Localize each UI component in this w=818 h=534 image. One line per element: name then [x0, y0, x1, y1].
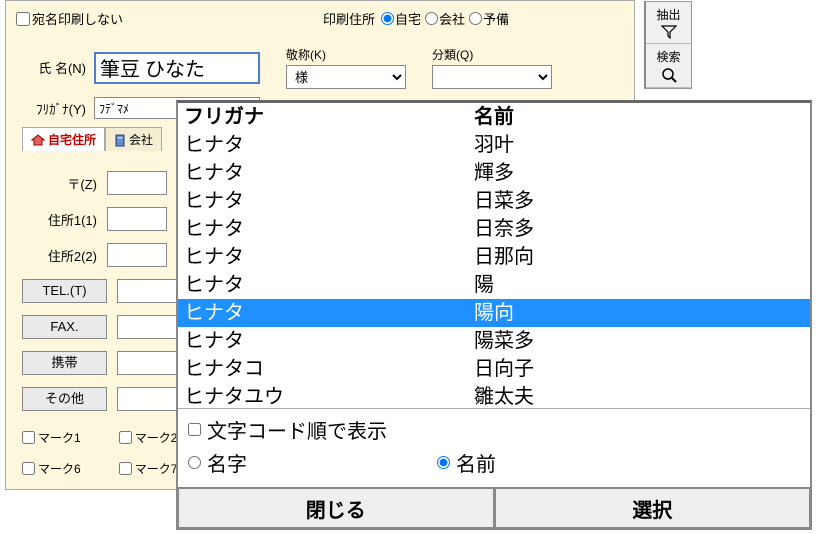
list-row[interactable]: ヒナタ羽叶	[178, 131, 810, 159]
row-name: 日那向	[474, 243, 804, 271]
mark6-checkbox[interactable]: マーク6	[22, 460, 81, 477]
addr2-label: 住所2(2)	[22, 246, 107, 265]
row-name: 日菜多	[474, 187, 804, 215]
row-name: 羽叶	[474, 131, 804, 159]
other-button[interactable]: その他	[22, 387, 107, 411]
mark7-checkbox[interactable]: マーク7	[119, 460, 178, 477]
no-print-checkbox-input[interactable]	[16, 12, 30, 26]
row-name: 陽菜多	[474, 327, 804, 355]
mobile-button[interactable]: 携帯	[22, 351, 107, 375]
header-name: 名前	[474, 103, 804, 131]
row-name: 日奈多	[474, 215, 804, 243]
search-button[interactable]: 検索	[646, 44, 691, 88]
addr2-input[interactable]	[107, 243, 167, 267]
header-furigana: フリガナ	[184, 103, 474, 131]
row-furigana: ヒナタ	[184, 271, 474, 299]
row-name: 雛太夫	[474, 383, 804, 408]
tel-input[interactable]	[117, 279, 177, 303]
row-furigana: ヒナタ	[184, 159, 474, 187]
addr1-input[interactable]	[107, 207, 167, 231]
list-row[interactable]: ヒナタ日菜多	[178, 187, 810, 215]
row-name: 陽向	[474, 299, 804, 327]
keishou-combo[interactable]: 様	[286, 65, 406, 89]
fax-input[interactable]	[117, 315, 177, 339]
building-icon	[114, 133, 126, 147]
row-furigana: ヒナタ	[184, 243, 474, 271]
tel-button[interactable]: TEL.(T)	[22, 279, 107, 303]
other-input[interactable]	[117, 387, 177, 411]
name-input[interactable]	[94, 52, 260, 84]
mobile-input[interactable]	[117, 351, 177, 375]
list-row[interactable]: ヒナタコ日向子	[178, 355, 810, 383]
row-furigana: ヒナタコ	[184, 355, 474, 383]
list-row[interactable]: ヒナタ陽菜多	[178, 327, 810, 355]
mark2-checkbox[interactable]: マーク2	[119, 429, 178, 446]
filter-icon	[661, 25, 677, 39]
radio-spare[interactable]: 予備	[469, 9, 509, 28]
radio-surname[interactable]: 名字	[188, 448, 247, 477]
bunrui-combo[interactable]	[432, 65, 552, 89]
no-print-checkbox[interactable]: 宛名印刷しない	[16, 9, 123, 28]
row-furigana: ヒナタ	[184, 299, 474, 327]
name-list[interactable]: フリガナ 名前 ヒナタ羽叶ヒナタ輝多ヒナタ日菜多ヒナタ日奈多ヒナタ日那向ヒナタ陽…	[178, 103, 810, 408]
bunrui-label: 分類(Q)	[432, 46, 552, 63]
list-row[interactable]: ヒナタ陽	[178, 271, 810, 299]
name-selection-popup: フリガナ 名前 ヒナタ羽叶ヒナタ輝多ヒナタ日菜多ヒナタ日奈多ヒナタ日那向ヒナタ陽…	[176, 100, 812, 530]
tab-home-address[interactable]: 自宅住所	[22, 127, 105, 151]
radio-givenname[interactable]: 名前	[437, 448, 496, 477]
select-button[interactable]: 選択	[495, 488, 811, 528]
row-name: 陽	[474, 271, 804, 299]
name-label: 氏 名(N)	[16, 58, 94, 77]
postal-label: 〒(Z)	[22, 174, 107, 193]
search-icon	[661, 67, 677, 83]
row-name: 日向子	[474, 355, 804, 383]
keishou-label: 敬称(K)	[286, 46, 406, 63]
mark1-checkbox[interactable]: マーク1	[22, 429, 81, 446]
addr1-label: 住所1(1)	[22, 210, 107, 229]
fax-button[interactable]: FAX.	[22, 315, 107, 339]
list-row[interactable]: ヒナタ輝多	[178, 159, 810, 187]
popup-options: 文字コード順で表示 名字 名前	[178, 408, 810, 487]
list-row[interactable]: ヒナタユウ雛太夫	[178, 383, 810, 408]
extract-button[interactable]: 抽出	[646, 2, 691, 44]
row-name: 輝多	[474, 159, 804, 187]
furigana-label: ﾌﾘｶﾞﾅ(Y)	[16, 99, 94, 118]
row-furigana: ヒナタ	[184, 327, 474, 355]
row-furigana: ヒナタ	[184, 187, 474, 215]
close-button[interactable]: 閉じる	[178, 488, 495, 528]
row-furigana: ヒナタユウ	[184, 383, 474, 408]
sort-by-code-checkbox[interactable]: 文字コード順で表示	[188, 415, 800, 444]
postal-input[interactable]	[107, 171, 167, 195]
list-header: フリガナ 名前	[178, 103, 810, 131]
no-print-label: 宛名印刷しない	[32, 9, 123, 28]
row-furigana: ヒナタ	[184, 215, 474, 243]
side-toolbar: 抽出 検索	[644, 1, 692, 89]
list-row[interactable]: ヒナタ日那向	[178, 243, 810, 271]
list-row[interactable]: ヒナタ日奈多	[178, 215, 810, 243]
list-row[interactable]: ヒナタ陽向	[178, 299, 810, 327]
tab-office-address[interactable]: 会社	[105, 127, 162, 151]
house-icon	[31, 134, 45, 146]
row-furigana: ヒナタ	[184, 131, 474, 159]
print-address-label: 印刷住所	[323, 9, 375, 28]
radio-home[interactable]: 自宅	[381, 9, 421, 28]
radio-office[interactable]: 会社	[425, 9, 465, 28]
